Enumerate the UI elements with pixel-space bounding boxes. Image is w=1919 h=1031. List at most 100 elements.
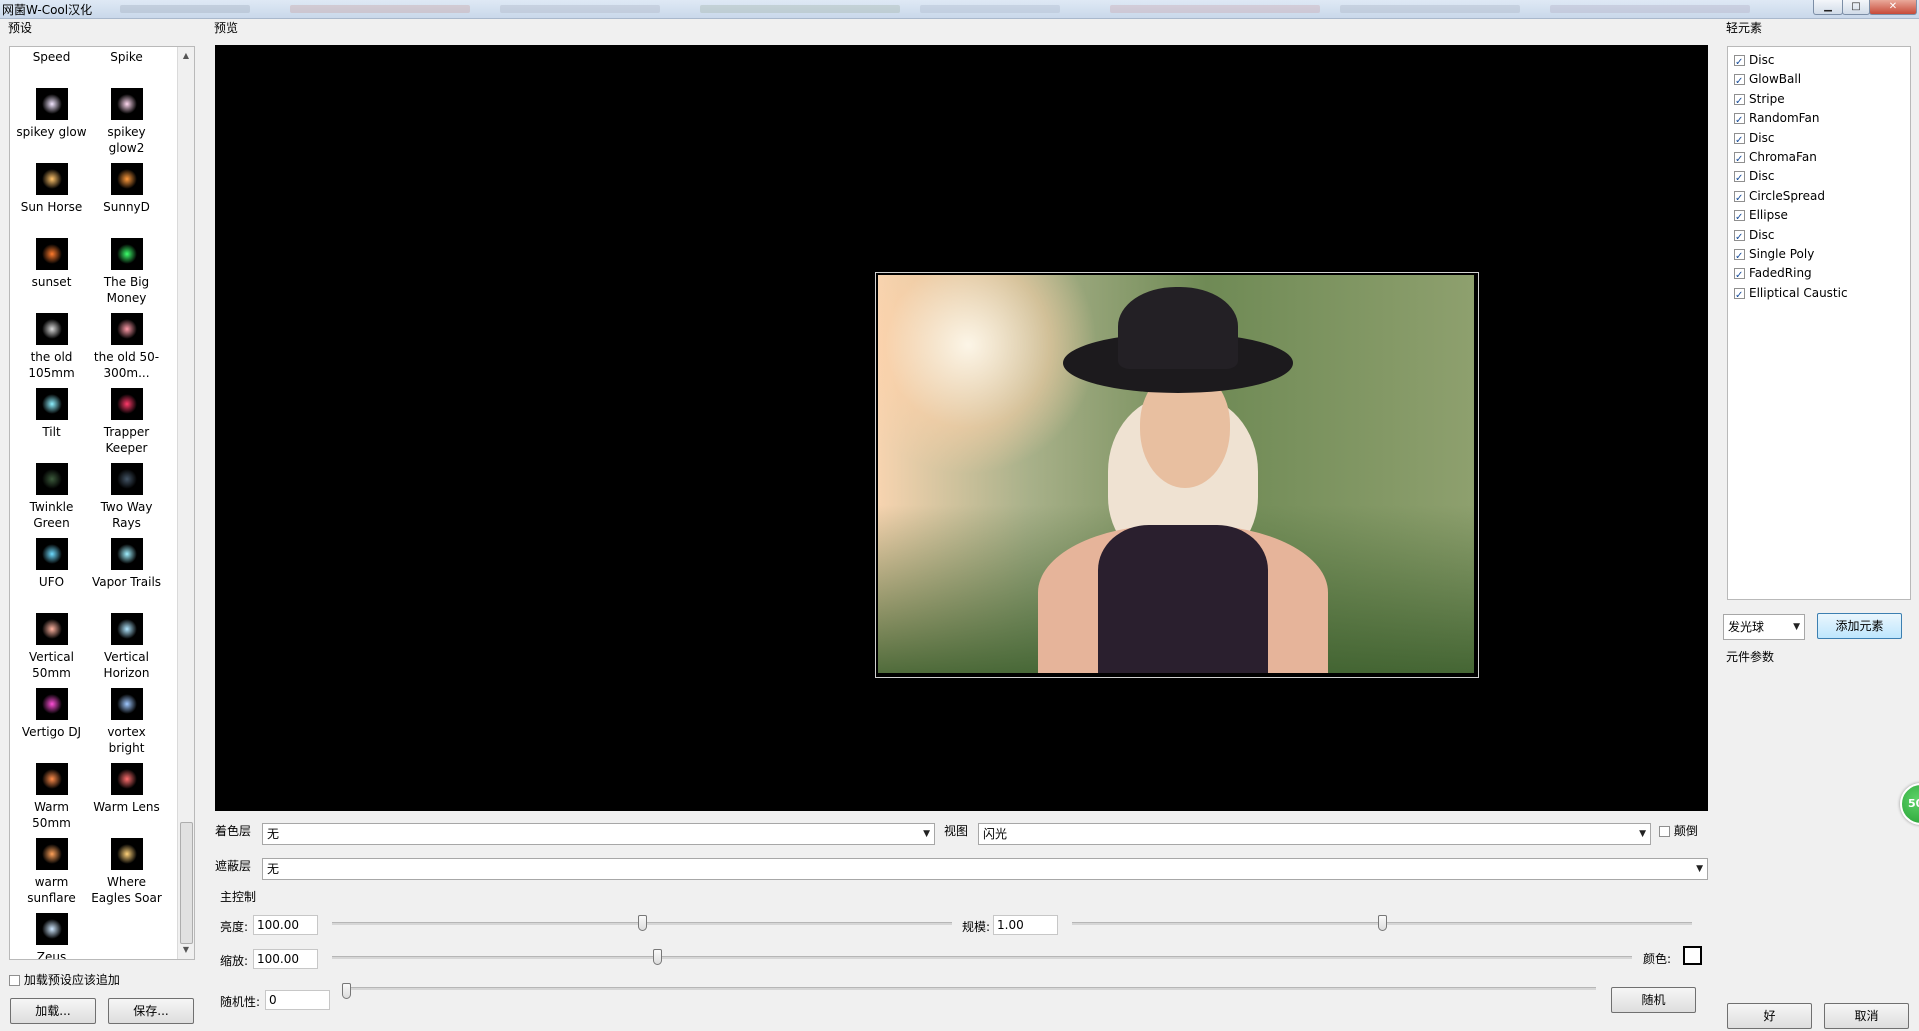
taskbar-ghost: [120, 5, 250, 13]
element-checkbox[interactable]: [1734, 247, 1745, 266]
close-button[interactable]: ✕: [1869, 0, 1917, 15]
preset-item[interactable]: the old 50-300m...: [89, 313, 164, 381]
preset-item[interactable]: Two Way Rays: [89, 463, 164, 531]
flare-glow: [41, 769, 62, 789]
randomize-button[interactable]: 随机: [1611, 987, 1696, 1013]
preset-scrollbar[interactable]: ▲ ▼: [177, 47, 194, 959]
maximize-button[interactable]: □: [1842, 0, 1870, 15]
preset-name: Trapper Keeper: [103, 425, 150, 455]
scroll-down-icon[interactable]: ▼: [178, 943, 194, 957]
preset-item[interactable]: Tilt: [14, 388, 89, 440]
element-item[interactable]: Elliptical Caustic: [1734, 284, 1848, 305]
element-checkbox[interactable]: [1734, 208, 1745, 227]
mask-layer-select[interactable]: 无 ▼: [262, 858, 1708, 880]
brightness-slider-thumb[interactable]: [638, 915, 647, 931]
preset-item[interactable]: Vapor Trails: [89, 538, 164, 590]
element-checkbox[interactable]: [1734, 189, 1745, 208]
randomness-label: 随机性:: [220, 995, 261, 1009]
element-item[interactable]: Disc: [1734, 167, 1774, 188]
minimize-button[interactable]: ▁: [1813, 0, 1843, 15]
element-item[interactable]: Ellipse: [1734, 206, 1788, 227]
taskbar-ghost: [1340, 5, 1520, 13]
element-checkbox[interactable]: [1734, 53, 1745, 72]
preset-item[interactable]: UFO: [14, 538, 89, 590]
scroll-thumb[interactable]: [180, 822, 193, 944]
flare-glow: [116, 844, 137, 864]
invert-option[interactable]: 颠倒: [1659, 822, 1698, 839]
randomness-input[interactable]: 0: [265, 990, 330, 1010]
element-checkbox[interactable]: [1734, 150, 1745, 169]
scale-slider-thumb[interactable]: [1378, 915, 1387, 931]
preset-item[interactable]: Warm Lens: [89, 763, 164, 815]
preset-item[interactable]: The Big Money: [89, 238, 164, 306]
element-item[interactable]: Stripe: [1734, 90, 1785, 111]
element-type-select[interactable]: 发光球 ▼: [1723, 614, 1805, 640]
preset-item[interactable]: the old 105mm: [14, 313, 89, 381]
preset-item[interactable]: Vertical Horizon: [89, 613, 164, 681]
load-preset-button[interactable]: 加载...: [10, 998, 96, 1024]
element-type-value: 发光球: [1728, 620, 1765, 634]
element-checkbox[interactable]: [1734, 131, 1745, 150]
view-select[interactable]: 闪光 ▼: [978, 823, 1651, 845]
preset-item[interactable]: spikey glow: [14, 88, 89, 140]
zoom-slider-thumb[interactable]: [653, 949, 662, 965]
element-checkbox[interactable]: [1734, 286, 1745, 305]
element-item[interactable]: Disc: [1734, 51, 1775, 72]
preset-item[interactable]: sunset: [14, 238, 89, 290]
preset-item[interactable]: SunnyD: [89, 163, 164, 215]
element-checkbox[interactable]: [1734, 92, 1745, 111]
save-preset-button[interactable]: 保存...: [108, 998, 194, 1024]
preset-item[interactable]: Vertical 50mm: [14, 613, 89, 681]
preset-item[interactable]: warm sunflare: [14, 838, 89, 906]
preset-item[interactable]: Where Eagles Soar: [89, 838, 164, 906]
zoom-input[interactable]: 100.00: [253, 949, 318, 969]
brightness-input[interactable]: 100.00: [253, 915, 318, 935]
element-list[interactable]: Disc GlowBall Stripe RandomFan Disc ChromaFan…: [1727, 46, 1911, 600]
color-swatch[interactable]: [1683, 946, 1702, 965]
element-checkbox[interactable]: [1734, 169, 1745, 188]
preset-item[interactable]: Speed: [14, 47, 89, 65]
element-checkbox[interactable]: [1734, 228, 1745, 247]
append-presets-option[interactable]: 加载预设应该追加: [9, 971, 120, 988]
preset-item[interactable]: Vertigo DJ: [14, 688, 89, 740]
preset-thumbnail: [35, 88, 68, 120]
preset-list[interactable]: Speed Spike spikey glow spikey glow2 Sun Hor…: [9, 46, 195, 960]
preset-item[interactable]: Twinkle Green: [14, 463, 89, 531]
randomness-track[interactable]: [346, 987, 1596, 990]
element-item[interactable]: RandomFan: [1734, 109, 1819, 130]
randomness-slider-thumb[interactable]: [342, 983, 351, 999]
preset-item[interactable]: vortex bright: [89, 688, 164, 756]
preset-item[interactable]: Warm 50mm: [14, 763, 89, 831]
mask-layer-label: 遮蔽层: [215, 859, 252, 873]
element-checkbox[interactable]: [1734, 111, 1745, 130]
element-item[interactable]: ChromaFan: [1734, 148, 1817, 169]
brightness-label: 亮度:: [220, 920, 249, 934]
preset-thumbnail: [35, 163, 68, 195]
zoom-track[interactable]: [332, 956, 1632, 959]
element-item[interactable]: Disc: [1734, 226, 1774, 247]
preset-item[interactable]: Spike: [89, 47, 164, 65]
preset-thumbnail: [35, 913, 68, 945]
zoom-label: 缩放:: [220, 954, 249, 968]
element-item[interactable]: FadedRing: [1734, 264, 1812, 285]
element-checkbox[interactable]: [1734, 266, 1745, 285]
preset-item[interactable]: Trapper Keeper: [89, 388, 164, 456]
element-item[interactable]: GlowBall: [1734, 70, 1801, 91]
preset-item[interactable]: spikey glow2: [89, 88, 164, 156]
preset-item[interactable]: Sun Horse: [14, 163, 89, 215]
scroll-up-icon[interactable]: ▲: [178, 49, 194, 63]
add-element-button[interactable]: 添加元素: [1817, 613, 1902, 639]
element-item[interactable]: Single Poly: [1734, 245, 1814, 266]
cancel-button[interactable]: 取消: [1824, 1003, 1909, 1029]
preset-item[interactable]: Zeus: [14, 913, 89, 959]
element-label: Disc: [1749, 53, 1775, 67]
ok-button[interactable]: 好: [1727, 1003, 1812, 1029]
element-item[interactable]: Disc: [1734, 129, 1774, 150]
invert-checkbox[interactable]: [1659, 826, 1670, 837]
append-presets-checkbox[interactable]: [9, 975, 20, 986]
preview-canvas[interactable]: [215, 45, 1708, 811]
element-checkbox[interactable]: [1734, 72, 1745, 91]
color-layer-select[interactable]: 无 ▼: [262, 823, 935, 845]
element-item[interactable]: CircleSpread: [1734, 187, 1825, 208]
scale-input[interactable]: 1.00: [993, 915, 1058, 935]
